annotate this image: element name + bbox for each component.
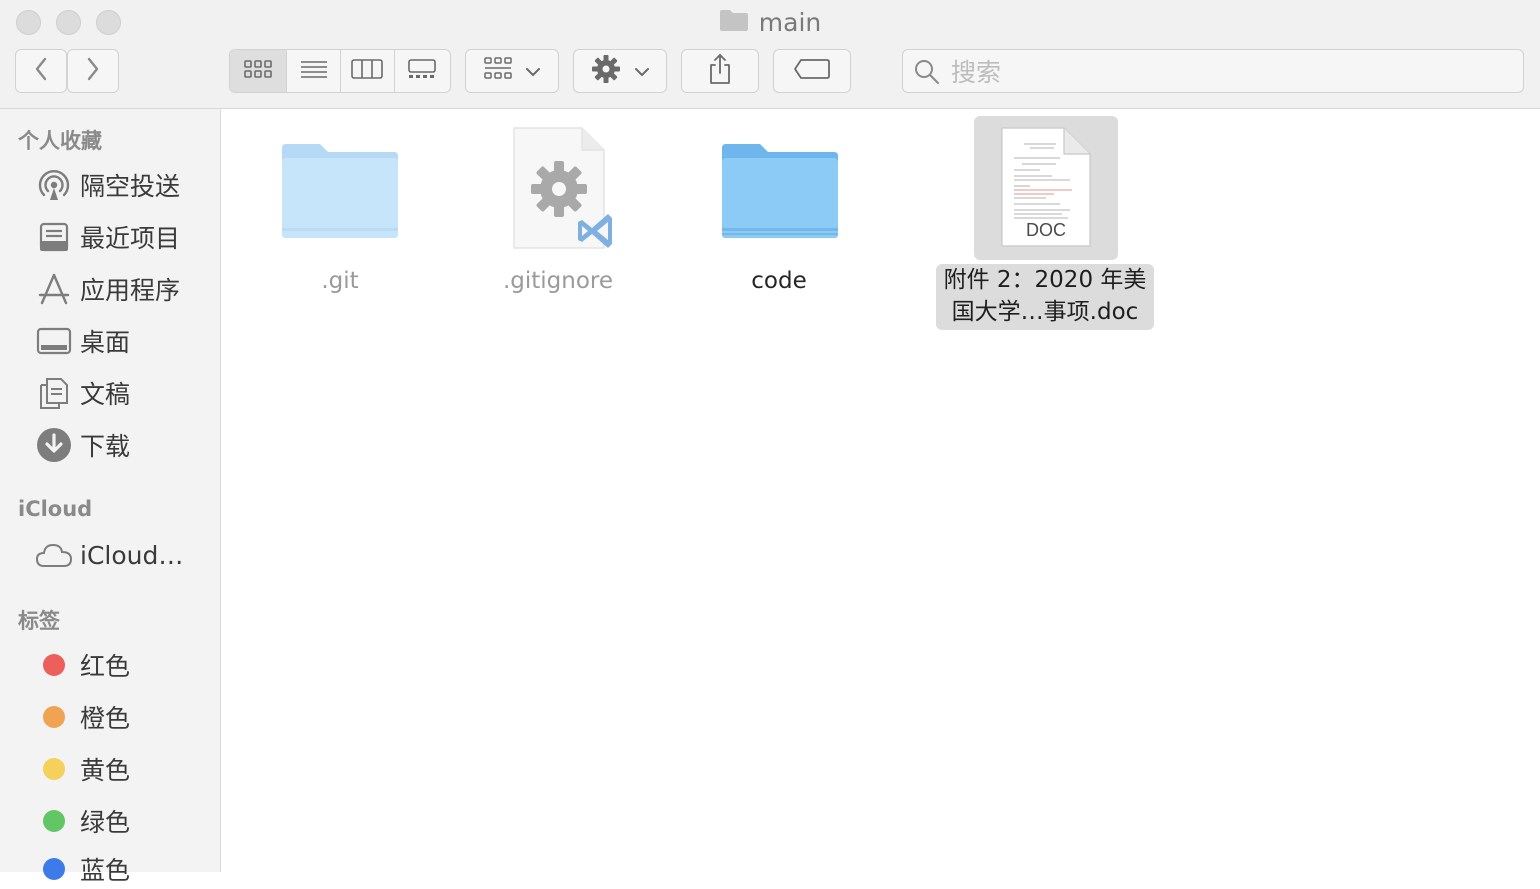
toolbar: main [0,0,1540,109]
desktop-icon [34,321,74,361]
sidebar-item-label: 绿色 [80,808,131,837]
tag-color-dot [43,654,65,676]
doc-type-badge: DOC [1026,220,1066,240]
file-name: .gitignore [502,268,614,294]
cloud-icon [34,535,74,575]
sidebar-item-label: 文稿 [80,380,131,409]
column-view-button[interactable] [341,50,395,92]
grid-view-icon [244,59,273,83]
file-name: .git [321,268,359,294]
sidebar-item-recents[interactable]: 最近项目 [34,217,214,257]
sidebar-item-documents[interactable]: 文稿 [34,373,214,413]
settings-file-icon [512,126,616,258]
sidebar-tag-green[interactable]: 绿色 [34,801,214,841]
sidebar-item-label: 蓝色 [80,856,131,885]
file-name: code [751,268,807,294]
sidebar-item-icloud-drive[interactable]: iCloud… [34,535,214,575]
sidebar-item-label: 下载 [80,432,131,461]
tag-color-dot [43,810,65,832]
file-name-line-2: 国大学…事项.doc [951,299,1139,325]
sidebar-item-label: 红色 [80,652,131,681]
search-input[interactable] [949,50,1513,94]
share-icon [707,53,733,89]
sidebar-item-label: 最近项目 [80,224,181,253]
back-button[interactable] [15,49,67,93]
file-name-selected: 附件 2：2020 年美 国大学…事项.doc [936,264,1154,330]
tag-color-dot [43,706,65,728]
view-mode-segmented-control [229,49,451,93]
icloud-section-title: iCloud [18,497,93,521]
icon-view-button[interactable] [230,50,288,92]
group-grid-icon [484,57,512,85]
folder-icon [280,142,400,244]
chevron-right-icon [85,56,101,86]
tag-color-dot [43,858,65,880]
sidebar-item-downloads[interactable]: 下载 [34,425,214,465]
recents-icon [34,217,74,257]
sidebar-item-desktop[interactable]: 桌面 [34,321,214,361]
sidebar-item-applications[interactable]: 应用程序 [34,269,214,309]
documents-icon [34,373,74,413]
edit-tags-button[interactable] [773,49,851,93]
file-name-line-1: 附件 2：2020 年美 [943,267,1147,293]
list-view-icon [300,59,328,83]
sidebar-item-label: 隔空投送 [80,172,181,201]
chevron-left-icon [33,56,49,86]
gear-icon [591,54,621,88]
sidebar-tag-blue[interactable]: 蓝色 [34,849,214,889]
chevron-down-icon [635,62,649,81]
folder-icon [720,142,840,244]
window-title-text: main [758,8,822,37]
chevron-down-icon [526,62,540,81]
gallery-view-button[interactable] [395,50,450,92]
gallery-view-icon [407,58,437,84]
tag-icon [793,58,831,84]
favorites-section-title: 个人收藏 [18,129,102,153]
search-field[interactable] [902,49,1524,94]
sidebar-tag-orange[interactable]: 橙色 [34,697,214,737]
tags-section-title: 标签 [18,609,60,633]
downloads-icon [34,425,74,465]
tag-color-dot [43,758,65,780]
sidebar: 个人收藏 隔空投送 最近项目 应用程序 桌面 文稿 下载 iCloud iClo… [0,109,221,885]
sidebar-item-label: iCloud… [80,540,184,570]
sidebar-item-label: 橙色 [80,704,131,733]
search-icon [913,58,941,90]
sidebar-item-label: 桌面 [80,328,131,357]
sidebar-tag-red[interactable]: 红色 [34,645,214,685]
forward-button[interactable] [67,49,119,93]
action-menu-button[interactable] [573,49,667,93]
folder-icon [719,7,749,41]
sidebar-tag-yellow[interactable]: 黄色 [34,749,214,789]
column-view-icon [351,58,384,84]
window-title: main [0,6,1540,41]
sidebar-item-airdrop[interactable]: 隔空投送 [34,165,214,205]
group-by-button[interactable] [465,49,559,93]
list-view-button[interactable] [287,50,341,92]
sidebar-item-label: 黄色 [80,756,131,785]
sidebar-item-label: 应用程序 [80,276,181,305]
share-button[interactable] [681,49,759,93]
airdrop-icon [34,165,74,205]
applications-icon [34,269,74,309]
